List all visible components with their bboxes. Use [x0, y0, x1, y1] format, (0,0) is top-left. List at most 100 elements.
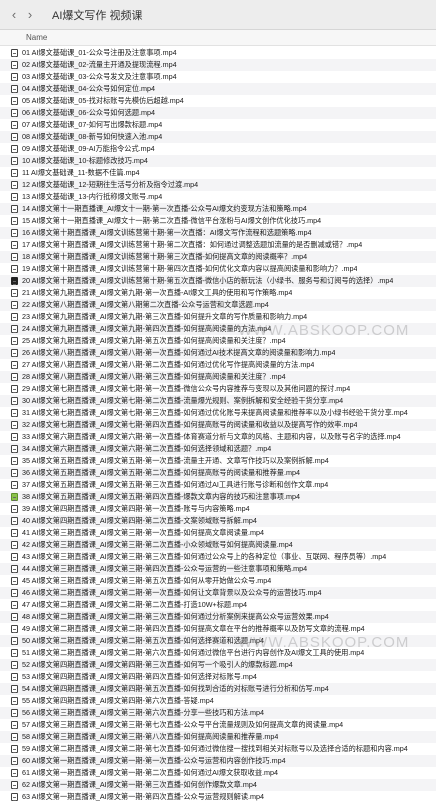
file-row[interactable]: 11 AI爆文基础课_11-数据不佳篇.mp4	[0, 167, 436, 179]
file-row[interactable]: 57 AI爆文第三期直播课_AI爆文第三期-第七次直播-公众号平台流量规则及如何…	[0, 719, 436, 731]
file-row[interactable]: 41 AI爆文第三期直播课_AI爆文第三期-第一次直播-如何提高文章阅读量.mp…	[0, 527, 436, 539]
file-row[interactable]: 56 AI爆文第三期直播课_AI爆文第三期-第六次直播-分享一些技巧和方法.mp…	[0, 707, 436, 719]
video-file-icon	[11, 61, 18, 69]
file-name: 60 AI爆文第一期直播课_AI爆文第一期-第一次直播-公众号运营和内容创作技巧…	[22, 756, 286, 765]
video-file-icon	[11, 661, 18, 669]
file-name: 59 AI爆文第二期直播课_AI爆文第二期-第七次直播-如何通过微信搜一搜找到相…	[22, 744, 408, 753]
back-button[interactable]: ‹	[6, 6, 22, 24]
file-row[interactable]: 06 AI爆文基础课_06-公众号如何选题.mp4	[0, 107, 436, 119]
file-row[interactable]: 42 AI爆文第三期直播课_AI爆文第三期-第二次直播-小众领域账号如何提高阅读…	[0, 539, 436, 551]
file-row[interactable]: 25 AI爆文第九期直播课_AI爆文第九期-第五次直播-如何提高阅读量和关注度？…	[0, 335, 436, 347]
file-row[interactable]: 05 AI爆文基础课_05-找对标账号先模仿后超越.mp4	[0, 95, 436, 107]
forward-button[interactable]: ›	[22, 6, 38, 24]
file-row[interactable]: 45 AI爆文第三期直播课_AI爆文第三期-第五次直播-如何从零开始做公众号.m…	[0, 575, 436, 587]
file-row[interactable]: 52 AI爆文第四期直播课_AI爆文第四期-第三次直播-如何写一个吸引人的爆款标…	[0, 659, 436, 671]
file-row[interactable]: 54 AI爆文第四期直播课_AI爆文第四期-第五次直播-如何找到合适的对标账号进…	[0, 683, 436, 695]
video-file-icon	[11, 565, 18, 573]
file-name: 39 AI爆文第四期直播课_AI爆文第四期-第一次直播-账号与内容策略.mp4	[22, 504, 250, 513]
video-file-icon	[11, 721, 18, 729]
file-row[interactable]: 55 AI爆文第四期直播课_AI爆文第四期-第六次直播-答疑.mp4	[0, 695, 436, 707]
file-row[interactable]: 12 AI爆文基础课_12-短期往生活号分析及指令过渡.mp4	[0, 179, 436, 191]
file-row[interactable]: 32 AI爆文第七期直播课_AI爆文第七期-第四次直播-如何提高账号的阅读量和收…	[0, 419, 436, 431]
file-row[interactable]: 43 AI爆文第三期直播课_AI爆文第三期-第三次直播-如何通过公众号上的各种定…	[0, 551, 436, 563]
file-row[interactable]: 08 AI爆文基础课_08-新号如何快速入池.mp4	[0, 131, 436, 143]
file-name: 10 AI爆文基础课_10-标题修改技巧.mp4	[22, 156, 148, 165]
video-file-icon	[11, 649, 18, 657]
file-row[interactable]: 30 AI爆文第七期直播课_AI爆文第七期-第二次直播-流量爆光规则、案例拆解和…	[0, 395, 436, 407]
file-row[interactable]: 14 AI爆文第十一期直播课_AI爆文十一期-第一次直播-公众号AI爆文约变现方…	[0, 203, 436, 215]
video-file-icon	[11, 85, 18, 93]
file-row[interactable]: 63 AI爆文第一期直播课_AI爆文第一期-第四次直播-公众号运营规则解读.mp…	[0, 791, 436, 803]
video-file-icon	[11, 181, 18, 189]
file-row[interactable]: 53 AI爆文第四期直播课_AI爆文第四期-第四次直播-如何选择对标账号.mp4	[0, 671, 436, 683]
video-file-icon	[11, 361, 18, 369]
file-name: 21 AI爆文第九期直播课_AI爆文第九期-第一次直播-AI爆文工具的使用和写作…	[22, 288, 293, 297]
file-name: 01 AI爆文基础课_01-公众号注册及注意事项.mp4	[22, 48, 177, 57]
video-file-icon	[11, 505, 18, 513]
file-row[interactable]: 01 AI爆文基础课_01-公众号注册及注意事项.mp4	[0, 47, 436, 59]
video-file-icon	[11, 757, 18, 765]
dark-video-file-icon	[11, 277, 18, 285]
file-row[interactable]: 61 AI爆文第一期直播课_AI爆文第一期-第二次直播-如何通过AI爆文获取收益…	[0, 767, 436, 779]
file-row[interactable]: 22 AI爆文第八期直播课_AI爆文第八期第二次直播-公众号运营和文章选题.mp…	[0, 299, 436, 311]
file-row[interactable]: 62 AI爆文第一期直播课_AI爆文第一期-第三次直播-如何创作爆款文章.mp4	[0, 779, 436, 791]
file-row[interactable]: 26 AI爆文第八期直播课_AI爆文第八期-第一次直播-如何通过AI技术提高文章…	[0, 347, 436, 359]
file-row[interactable]: 17 AI爆文第十期直播课_AI爆文训练营第十期-第二次直播：如何通过调整选题加…	[0, 239, 436, 251]
file-row[interactable]: 10 AI爆文基础课_10-标题修改技巧.mp4	[0, 155, 436, 167]
file-row[interactable]: 59 AI爆文第二期直播课_AI爆文第二期-第七次直播-如何通过微信搜一搜找到相…	[0, 743, 436, 755]
file-row[interactable]: 03 AI爆文基础课_03-公众号发文及注意事项.mp4	[0, 71, 436, 83]
file-row[interactable]: 37 AI爆文第五期直播课_AI爆文第五期-第三次直播-如何通过AI工具进行账号…	[0, 479, 436, 491]
file-row[interactable]: 15 AI爆文第十一期直播课_AI爆文十一期-第二次直播-微信平台涨粉与AI爆文…	[0, 215, 436, 227]
file-row[interactable]: 35 AI爆文第五期直播课_AI爆文第五期-第一次直播-流量主开通、文章写作技巧…	[0, 455, 436, 467]
file-row[interactable]: 04 AI爆文基础课_04-公众号如何定位.mp4	[0, 83, 436, 95]
file-row[interactable]: 24 AI爆文第九期直播课_AI爆文第九期-第四次直播-如何提高阅读量的方法.m…	[0, 323, 436, 335]
file-row[interactable]: 44 AI爆文第三期直播课_AI爆文第三期-第四次直播-公众号运营的一些注意事项…	[0, 563, 436, 575]
window-titlebar: ‹ › AI爆文写作 视频课	[0, 0, 436, 30]
file-row[interactable]: 27 AI爆文第八期直播课_AI爆文第八期-第二次直播-如何通过优化写作提高阅读…	[0, 359, 436, 371]
video-file-icon	[11, 589, 18, 597]
file-row[interactable]: 13 AI爆文基础课_13-内行抵称爆文账号.mp4	[0, 191, 436, 203]
file-name: 23 AI爆文第九期直播课_AI爆文第九期-第三次直播-如何提升文章的写作质量和…	[22, 312, 308, 321]
file-row[interactable]: 36 AI爆文第五期直播课_AI爆文第五期-第二次直播-如何提高账号的阅读量和推…	[0, 467, 436, 479]
file-row[interactable]: 02 AI爆文基础课_02-流量主开通及提现流程.mp4	[0, 59, 436, 71]
file-row[interactable]: 20 AI爆文第十期直播课_AI爆文训练营第十期-第五次直播-微信小店的新玩法（…	[0, 275, 436, 287]
file-row[interactable]: 16 AI爆文第十期直播课_AI爆文训练营第十期-第一次直播：AI爆文写作流程和…	[0, 227, 436, 239]
chevron-left-icon: ‹	[11, 7, 17, 22]
file-row[interactable]: 33 AI爆文第六期直播课_AI爆文第六期-第一次直播-体育赛道分析与文章的风格…	[0, 431, 436, 443]
file-row[interactable]: 39 AI爆文第四期直播课_AI爆文第四期-第一次直播-账号与内容策略.mp4	[0, 503, 436, 515]
file-name: 16 AI爆文第十期直播课_AI爆文训练营第十期-第一次直播：AI爆文写作流程和…	[22, 228, 312, 237]
file-row[interactable]: 58 AI爆文第三期直播课_AI爆文第三期-第八次直播-如何提高阅读量和推荐量.…	[0, 731, 436, 743]
video-file-icon	[11, 601, 18, 609]
file-name: 04 AI爆文基础课_04-公众号如何定位.mp4	[22, 84, 156, 93]
file-row[interactable]: 38 AI爆文第五期直播课_AI爆文第五期-第四次直播-爆款文章内容的技巧和注意…	[0, 491, 436, 503]
column-header-name[interactable]: Name	[0, 30, 436, 46]
file-row[interactable]: 07 AI爆文基础课_07-如何写出爆款标题.mp4	[0, 119, 436, 131]
file-row[interactable]: 31 AI爆文第七期直播课_AI爆文第七期-第三次直播-如何通过优化账号来提高阅…	[0, 407, 436, 419]
file-row[interactable]: 40 AI爆文第四期直播课_AI爆文第四期-第二次直播-文案领域账号拆解.mp4	[0, 515, 436, 527]
file-row[interactable]: 28 AI爆文第八期直播课_AI爆文第八期-第三次直播-如何提高阅读量和关注度？…	[0, 371, 436, 383]
file-row[interactable]: 09 AI爆文基础课_09-AI万能指令公式.mp4	[0, 143, 436, 155]
file-row[interactable]: 60 AI爆文第一期直播课_AI爆文第一期-第一次直播-公众号运营和内容创作技巧…	[0, 755, 436, 767]
file-row[interactable]: 18 AI爆文第十期直播课_AI爆文训练营第十期-第三次直播-如何提高文章的阅读…	[0, 251, 436, 263]
file-row[interactable]: 47 AI爆文第二期直播课_AI爆文第二期-第二次直播-打造10W+标题.mp4	[0, 599, 436, 611]
file-row[interactable]: 48 AI爆文第二期直播课_AI爆文第二期-第三次直播-如何通过分析案例来提高公…	[0, 611, 436, 623]
video-file-icon	[11, 541, 18, 549]
video-file-icon	[11, 349, 18, 357]
file-row[interactable]: 21 AI爆文第九期直播课_AI爆文第九期-第一次直播-AI爆文工具的使用和写作…	[0, 287, 436, 299]
video-file-icon	[11, 109, 18, 117]
file-row[interactable]: 49 AI爆文第二期直播课_AI爆文第二期-第四次直播-如何提高文章在平台的推荐…	[0, 623, 436, 635]
file-row[interactable]: 29 AI爆文第七期直播课_AI爆文第七期-第一次直播-微信公众号内容推荐与变现…	[0, 383, 436, 395]
file-name: 43 AI爆文第三期直播课_AI爆文第三期-第三次直播-如何通过公众号上的各种定…	[22, 552, 387, 561]
video-file-icon	[11, 517, 18, 525]
file-row[interactable]: 46 AI爆文第二期直播课_AI爆文第二期-第一次直播-如何让文章背景以及公众号…	[0, 587, 436, 599]
file-row[interactable]: 51 AI爆文第二期直播课_AI爆文第二期-第六次直播-如何通过微信平台进行内容…	[0, 647, 436, 659]
video-file-icon	[11, 217, 18, 225]
file-name: 17 AI爆文第十期直播课_AI爆文训练营第十期-第二次直播：如何通过调整选题加…	[22, 240, 363, 249]
video-file-icon	[11, 133, 18, 141]
file-row[interactable]: 23 AI爆文第九期直播课_AI爆文第九期-第三次直播-如何提升文章的写作质量和…	[0, 311, 436, 323]
file-name: 18 AI爆文第十期直播课_AI爆文训练营第十期-第三次直播-如何提高文章的阅读…	[22, 252, 308, 261]
file-row[interactable]: 34 AI爆文第六期直播课_AI爆文第六期-第二次直播-如何选择领域和选题？.m…	[0, 443, 436, 455]
video-file-icon	[11, 637, 18, 645]
file-row[interactable]: 50 AI爆文第二期直播课_AI爆文第二期-第五次直播-如何选择赛道和选题.mp…	[0, 635, 436, 647]
file-row[interactable]: 19 AI爆文第十期直播课_AI爆文训练营第十期-第四次直播-如何优化文章内容以…	[0, 263, 436, 275]
